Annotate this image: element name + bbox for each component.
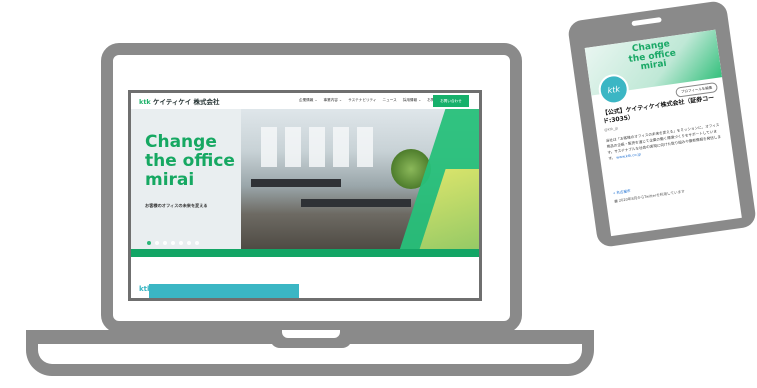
slider-dot[interactable]: [163, 241, 167, 245]
site-header: ktk ケイティケイ 株式会社 企業情報 ⌄ 事業内容 ⌄ サステナビリティ ニ…: [131, 93, 479, 109]
nav-item-news[interactable]: ニュース: [383, 98, 397, 103]
hero-subtitle: お客様のオフィスの未来を変える: [145, 203, 208, 208]
hero-title: Change the office mirai: [145, 132, 235, 190]
bio-link[interactable]: www.ktk.co.jp: [616, 152, 641, 159]
slider-dots: [147, 241, 199, 245]
slider-dot[interactable]: [147, 241, 151, 245]
laptop-screen: ktk ケイティケイ 株式会社 企業情報 ⌄ 事業内容 ⌄ サステナビリティ ニ…: [128, 90, 482, 301]
profile-location: ⌖ 名古屋市: [612, 189, 631, 196]
hero-slider[interactable]: Change the office mirai お客様のオフィスの未来を変える: [131, 109, 479, 249]
section-logo-mark: ktk: [139, 285, 152, 293]
logo-text: ケイティケイ 株式会社: [153, 98, 220, 106]
calendar-icon: ▦: [614, 198, 618, 204]
profile-bio: 当社は「お客様のオフィスの未来を変える」をミッションに、オフィス用品の企画・販売…: [605, 123, 722, 161]
window: [285, 127, 301, 167]
phone-screen: Change the office mirai ktk プロフィールを編集 【公…: [584, 29, 742, 237]
nav-item-recruit[interactable]: 採用情報 ⌄: [403, 98, 422, 103]
slider-dot[interactable]: [155, 241, 159, 245]
nav-item-sustainability[interactable]: サステナビリティ: [348, 98, 376, 103]
slider-dot[interactable]: [171, 241, 175, 245]
smartphone: Change the office mirai ktk プロフィールを編集 【公…: [566, 0, 757, 249]
window: [333, 127, 349, 167]
slider-dot[interactable]: [187, 241, 191, 245]
profile-handle: @ktk_jp: [604, 126, 619, 133]
site-logo[interactable]: ktk ケイティケイ 株式会社: [139, 96, 220, 106]
logo-mark: ktk: [139, 98, 151, 106]
nav-item-business[interactable]: 事業内容 ⌄: [324, 98, 343, 103]
window: [309, 127, 325, 167]
desk: [301, 199, 411, 207]
desk: [251, 179, 341, 187]
laptop-notch-inner: [282, 330, 340, 338]
section-banner: [149, 284, 299, 298]
window: [357, 127, 373, 167]
slider-dot[interactable]: [195, 241, 199, 245]
nav-item-company[interactable]: 企業情報 ⌄: [299, 98, 318, 103]
slider-dot[interactable]: [179, 241, 183, 245]
site-nav: 企業情報 ⌄ 事業内容 ⌄ サステナビリティ ニュース 採用情報 ⌄ お問い合わ…: [299, 98, 449, 103]
contact-button[interactable]: お問い合わせ: [433, 95, 469, 107]
window: [261, 127, 277, 167]
hero-bottom-band: [131, 249, 479, 257]
phone-speaker: [631, 17, 662, 27]
